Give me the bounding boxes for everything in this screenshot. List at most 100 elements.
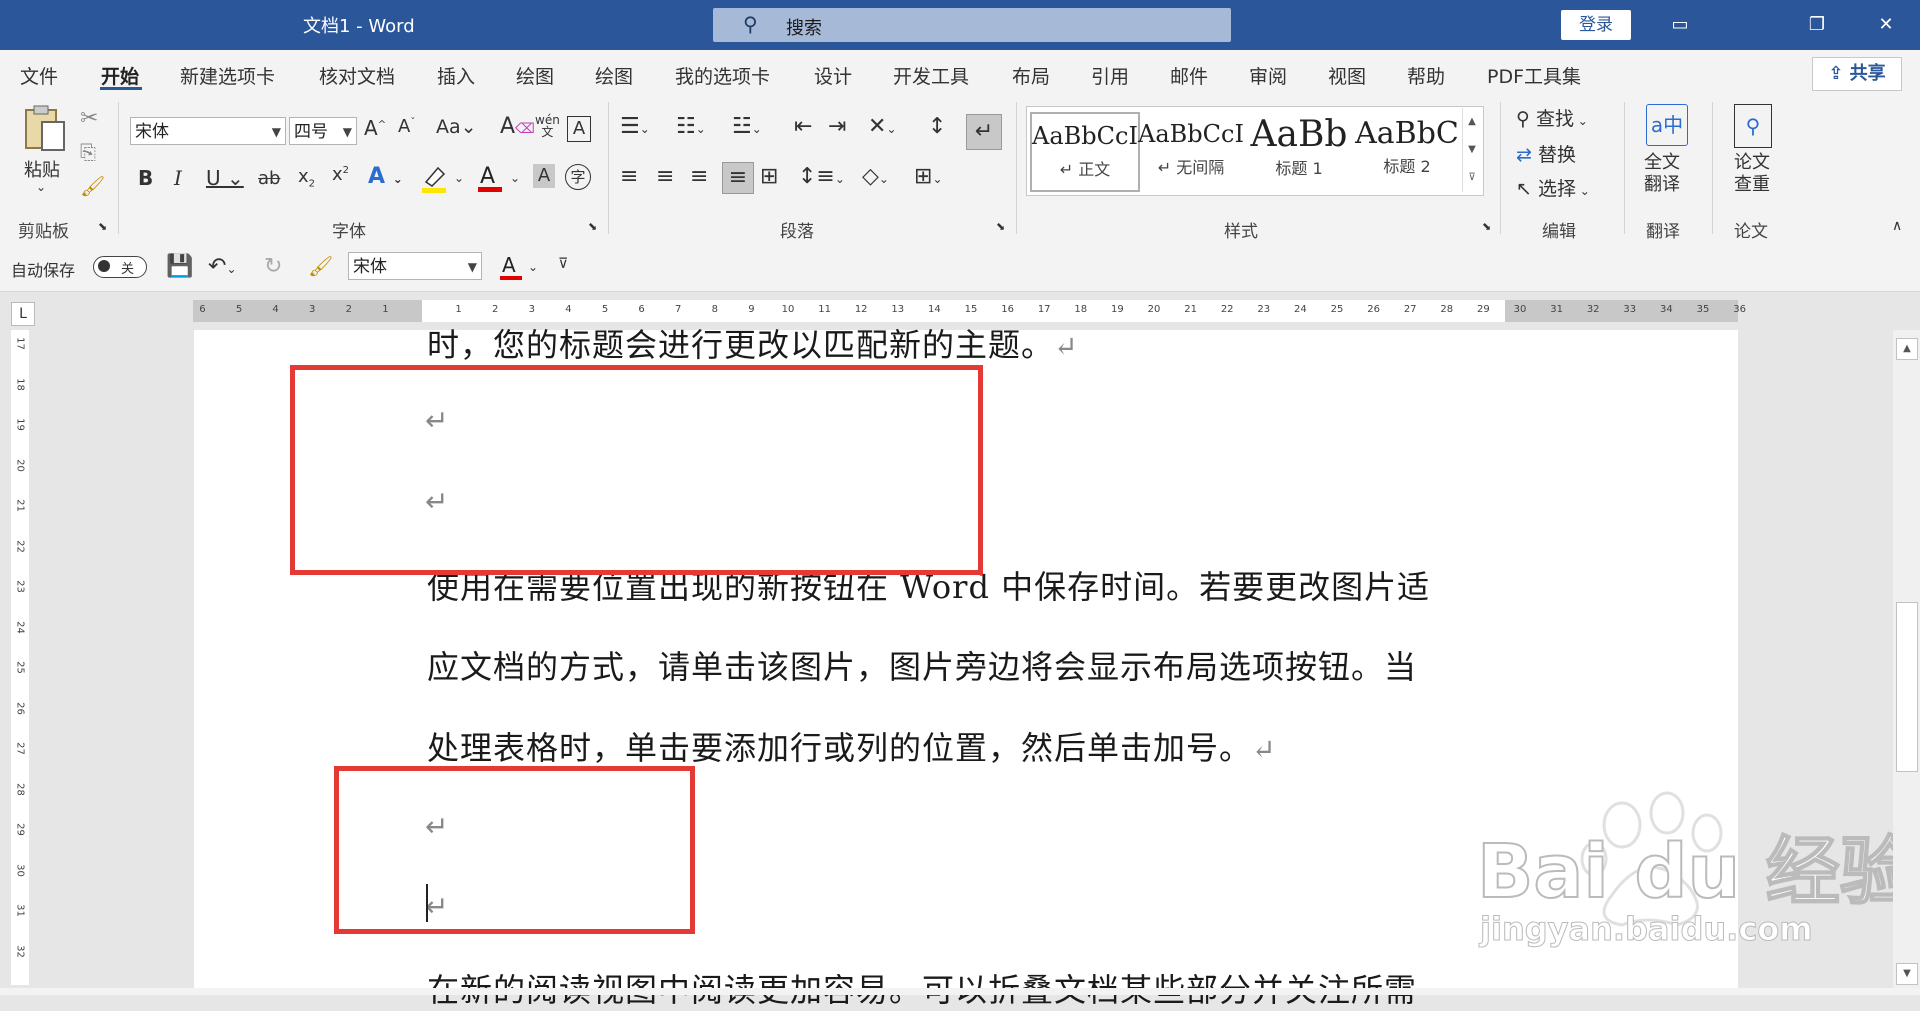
ruler-tick-label: 32 — [14, 944, 26, 958]
tab-draw-2[interactable]: 绘图 — [595, 62, 633, 89]
highlight-icon[interactable]: ⌄ — [420, 162, 468, 194]
tab-file[interactable]: 文件 — [20, 62, 58, 89]
character-shading-icon[interactable]: A — [533, 164, 555, 188]
login-button[interactable]: 登录 — [1561, 10, 1631, 40]
increase-indent-icon[interactable]: ⇥ — [828, 114, 846, 139]
save-icon[interactable]: 💾 — [166, 254, 193, 279]
dialog-launcher-icon[interactable]: ⬊ — [996, 220, 1005, 233]
tab-review-doc[interactable]: 核对文档 — [319, 62, 395, 89]
font-size-combo[interactable]: 四号 ▼ — [289, 117, 357, 145]
grow-font-icon[interactable]: A^ — [364, 116, 386, 140]
paper-check-icon[interactable]: ⚲ — [1734, 104, 1772, 148]
style-no-spacing[interactable]: AaBbCcI ↵ 无间隔 — [1138, 112, 1244, 188]
style-heading-2[interactable]: AaBbC 标题 2 — [1354, 112, 1460, 188]
qat-font-color-icon[interactable]: A ⌄ — [498, 252, 546, 284]
tab-help[interactable]: 帮助 — [1407, 62, 1445, 89]
numbering-icon[interactable]: ☷⌄ — [676, 114, 706, 139]
dialog-launcher-icon[interactable]: ⬊ — [98, 220, 107, 233]
scroll-thumb[interactable] — [1896, 602, 1918, 772]
doc-line[interactable]: 处理表格时，单击要添加行或列的位置，然后单击加号。↵ — [427, 723, 1276, 769]
autosave-toggle[interactable]: 关 — [93, 256, 147, 278]
share-button[interactable]: ⇪ 共享 — [1812, 57, 1902, 91]
scroll-up-icon[interactable]: ▲ — [1896, 338, 1918, 360]
tab-insert[interactable]: 插入 — [437, 62, 475, 89]
multilevel-list-icon[interactable]: ☳⌄ — [732, 114, 762, 139]
subscript-icon[interactable]: x2 — [298, 166, 315, 190]
search-box[interactable]: ⚲ 搜索 — [713, 8, 1231, 42]
tab-developer[interactable]: 开发工具 — [893, 62, 969, 89]
format-painter-icon[interactable]: 🖌 — [80, 174, 105, 198]
tab-design[interactable]: 设计 — [814, 62, 852, 89]
enclose-characters-icon[interactable]: 字 — [565, 164, 591, 190]
shading-icon[interactable]: ◇⌄ — [862, 164, 889, 189]
collapse-ribbon-icon[interactable]: ∧ — [1892, 218, 1902, 234]
align-left-icon[interactable]: ≡ — [620, 164, 638, 189]
tab-draw-1[interactable]: 绘图 — [516, 62, 554, 89]
character-border-icon[interactable]: A — [567, 116, 591, 142]
doc-line[interactable]: 时，您的标题会进行更改以匹配新的主题。↵ — [427, 320, 1078, 366]
borders-icon[interactable]: ⊞⌄ — [914, 164, 943, 189]
sort-icon[interactable]: ↕ — [928, 114, 946, 139]
justify-icon[interactable]: ≡ — [722, 162, 754, 194]
translate-icon[interactable]: a中 — [1646, 104, 1688, 146]
close-icon[interactable]: ✕ — [1866, 8, 1906, 42]
change-case-icon[interactable]: Aa⌄ — [436, 116, 477, 138]
copy-icon[interactable]: ⎘ — [80, 140, 96, 164]
find-button[interactable]: ⚲ 查找 ⌄ — [1516, 104, 1588, 131]
bullets-icon[interactable]: ☰⌄ — [620, 114, 650, 139]
dialog-launcher-icon[interactable]: ⬊ — [1482, 220, 1491, 233]
font-color-icon[interactable]: A ⌄ — [476, 162, 524, 194]
tab-new[interactable]: 新建选项卡 — [180, 62, 275, 89]
style-normal[interactable]: AaBbCcI ↵ 正文 — [1030, 112, 1140, 192]
tab-view[interactable]: 视图 — [1328, 62, 1366, 89]
tab-selector[interactable]: L — [11, 302, 35, 326]
scroll-down-icon[interactable]: ▼ — [1896, 963, 1918, 985]
doc-line[interactable]: 应文档的方式，请单击该图片，图片旁边将会显示布局选项按钮。当 — [427, 642, 1417, 688]
paste-dropdown-icon[interactable]: ⌄ — [36, 180, 46, 194]
clear-format-icon[interactable]: A⌫ — [500, 114, 535, 139]
align-right-icon[interactable]: ≡ — [690, 164, 708, 189]
shrink-font-icon[interactable]: Aˇ — [398, 116, 415, 137]
phonetic-guide-icon[interactable]: wén 文 — [535, 114, 560, 138]
redo-icon[interactable]: ↻ — [264, 254, 282, 279]
line-spacing-icon[interactable]: ↕≡⌄ — [798, 164, 845, 189]
customize-qat-icon[interactable]: ⊽ — [558, 256, 568, 272]
tab-my[interactable]: 我的选项卡 — [675, 62, 770, 89]
undo-icon[interactable]: ↶⌄ — [208, 254, 237, 279]
horizontal-ruler[interactable]: 6 5 4 3 2 1 1 2 3 4 5 6 7 8 9 10 11 12 13 14 15 16 17 18 19 20 21 2… — [193, 300, 1746, 322]
restore-icon[interactable]: ❐ — [1797, 8, 1837, 42]
cut-icon[interactable]: ✂ — [80, 106, 98, 131]
paper-check-button[interactable]: 论文 查重 — [1734, 152, 1770, 196]
vertical-scrollbar[interactable]: ▲ ▼ — [1893, 330, 1920, 995]
strikethrough-icon[interactable]: ab — [258, 168, 280, 189]
tab-references[interactable]: 引用 — [1091, 62, 1129, 89]
distributed-icon[interactable]: ⊞ — [760, 164, 778, 189]
paste-label[interactable]: 粘贴 — [24, 156, 60, 182]
styles-scroll[interactable]: ▲ ▼ ⊽ — [1462, 108, 1481, 192]
show-marks-icon[interactable]: ↵ — [966, 114, 1002, 150]
tab-review[interactable]: 审阅 — [1249, 62, 1287, 89]
align-center-icon[interactable]: ≡ — [656, 164, 674, 189]
vertical-ruler[interactable]: 17 18 19 20 21 22 23 24 25 26 27 28 29 30 31 32 — [11, 330, 29, 985]
tab-mailings[interactable]: 邮件 — [1170, 62, 1208, 89]
tab-layout[interactable]: 布局 — [1012, 62, 1050, 89]
tab-pdf[interactable]: PDF工具集 — [1487, 62, 1581, 89]
replace-button[interactable]: ⇄ 替换 — [1516, 140, 1576, 167]
format-painter-icon[interactable]: 🖌 — [308, 254, 333, 278]
paste-icon[interactable] — [22, 104, 68, 154]
bold-icon[interactable]: B — [138, 166, 153, 190]
italic-icon[interactable]: I — [174, 166, 182, 190]
text-effects-icon[interactable]: A ⌄ — [368, 164, 403, 189]
qat-font-combo[interactable]: 宋体 ▼ — [348, 252, 482, 280]
decrease-indent-icon[interactable]: ⇤ — [794, 114, 812, 139]
underline-icon[interactable]: U ⌄ — [206, 166, 244, 190]
translate-button[interactable]: 全文 翻译 — [1644, 152, 1680, 196]
superscript-icon[interactable]: x2 — [332, 164, 349, 185]
ribbon-display-icon[interactable]: ▭ — [1660, 8, 1700, 42]
select-button[interactable]: ↖ 选择 ⌄ — [1516, 174, 1590, 201]
style-heading-1[interactable]: AaBb 标题 1 — [1246, 112, 1352, 188]
tab-home[interactable]: 开始 — [101, 62, 139, 89]
font-name-combo[interactable]: 宋体 ▼ — [130, 117, 286, 145]
dialog-launcher-icon[interactable]: ⬊ — [588, 220, 597, 233]
chinese-layout-icon[interactable]: ✕⌄ — [868, 114, 897, 139]
